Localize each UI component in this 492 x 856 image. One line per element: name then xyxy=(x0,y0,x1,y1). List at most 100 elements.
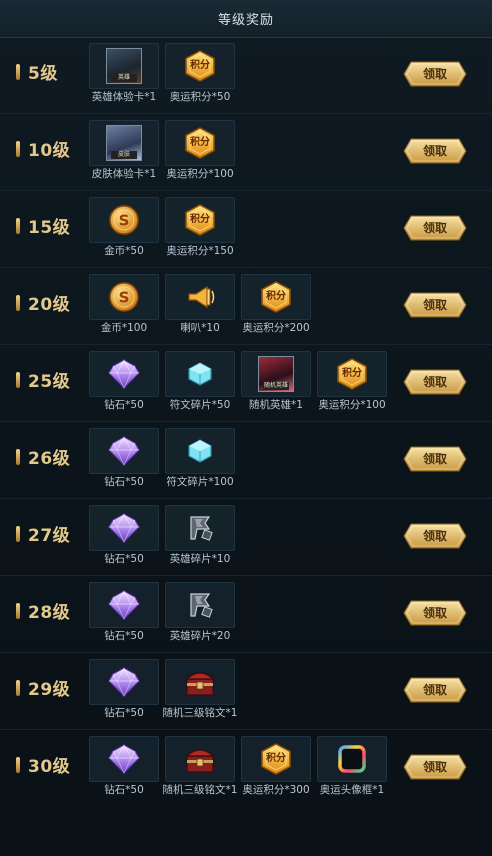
claim-button[interactable]: 领取 xyxy=(403,677,467,703)
reward-tile[interactable] xyxy=(89,582,159,628)
level-label: 20级 xyxy=(16,290,70,315)
rune-fragment-icon xyxy=(182,433,218,469)
claim-button[interactable]: 领取 xyxy=(403,446,467,472)
claim-button[interactable]: 领取 xyxy=(403,600,467,626)
reward-tile[interactable]: 积分 xyxy=(165,197,235,243)
reward-tile[interactable] xyxy=(317,736,387,782)
rune-fragment-icon xyxy=(182,356,218,392)
reward-tile[interactable]: 积分 xyxy=(241,736,311,782)
reward-label: 钻石*50 xyxy=(104,707,144,719)
reward-tile[interactable] xyxy=(89,659,159,705)
reward-tile[interactable]: 积分 xyxy=(165,43,235,89)
portrait-image: 英雄 xyxy=(106,48,142,84)
reward-item: 钻石*50 xyxy=(89,428,159,488)
reward-label: 奥运积分*300 xyxy=(242,784,310,796)
reward-tile[interactable]: 积分 xyxy=(165,120,235,166)
reward-item: 积分奥运积分*100 xyxy=(317,351,387,411)
reward-row: 15级 S 金币*50 积分奥运积分*150 领取 xyxy=(0,191,492,268)
claim-button[interactable]: 领取 xyxy=(403,369,467,395)
claim-button-label: 领取 xyxy=(422,760,447,774)
gold-coin-icon: S xyxy=(106,279,142,315)
claim-button-label: 领取 xyxy=(422,606,447,620)
reward-item: 积分 奥运积分*100 xyxy=(165,120,235,180)
level-label: 25级 xyxy=(16,367,70,392)
hero-fragment-icon xyxy=(182,587,218,623)
reward-tile[interactable] xyxy=(165,736,235,782)
claim-button-label: 领取 xyxy=(422,452,447,466)
reward-tile[interactable] xyxy=(165,505,235,551)
reward-row: 25级 钻石*50 符文碎片*50 随机英雄 随机英雄*1 积分 奥运积分*100 领取 xyxy=(0,345,492,422)
reward-item: 随机三级铭文*1 xyxy=(163,736,237,796)
hero-fragment-icon xyxy=(182,510,218,546)
claim-button-label: 领取 xyxy=(422,683,447,697)
reward-items: S 金币*100 喇叭*10 积分 奥运积分*200 xyxy=(89,274,318,334)
reward-item: S 金币*100 xyxy=(89,274,159,334)
reward-label: 钻石*50 xyxy=(104,553,144,565)
reward-tile[interactable]: S xyxy=(89,197,159,243)
reward-tile[interactable]: 随机英雄 xyxy=(241,351,311,397)
reward-tile[interactable] xyxy=(89,351,159,397)
points-icon-caption: 积分 xyxy=(266,291,286,302)
reward-tile[interactable] xyxy=(165,351,235,397)
olympic-points-icon: 积分 xyxy=(258,741,294,777)
reward-tile[interactable]: 皮肤 xyxy=(89,120,159,166)
level-marker xyxy=(16,679,20,696)
level-label: 5级 xyxy=(16,59,58,84)
level-marker xyxy=(16,294,20,311)
reward-row: 26级 钻石*50 符文碎片*100 领取 xyxy=(0,422,492,499)
claim-button[interactable]: 领取 xyxy=(403,215,467,241)
reward-tile[interactable]: 积分 xyxy=(241,274,311,320)
claim-button[interactable]: 领取 xyxy=(403,138,467,164)
level-marker xyxy=(16,140,20,157)
level-marker xyxy=(16,371,20,388)
level-marker xyxy=(16,63,20,80)
reward-label: 随机英雄*1 xyxy=(249,399,303,411)
reward-item: 钻石*50 xyxy=(89,582,159,642)
claim-button[interactable]: 领取 xyxy=(403,61,467,87)
panel-title: 等级奖励 xyxy=(217,13,274,28)
reward-items: 皮肤皮肤体验卡*1 积分 奥运积分*100 xyxy=(89,120,242,180)
points-icon-caption: 积分 xyxy=(190,60,210,71)
reward-tile[interactable] xyxy=(89,736,159,782)
reward-tile[interactable]: 英雄 xyxy=(89,43,159,89)
reward-tile[interactable] xyxy=(89,428,159,474)
reward-label: 金币*50 xyxy=(104,245,144,257)
reward-label: 皮肤体验卡*1 xyxy=(91,168,157,180)
reward-tile[interactable]: S xyxy=(89,274,159,320)
reward-item: S 金币*50 xyxy=(89,197,159,257)
level-text: 20级 xyxy=(28,295,71,315)
level-text: 15级 xyxy=(28,218,71,238)
points-icon-caption: 积分 xyxy=(266,753,286,764)
reward-label: 奥运积分*150 xyxy=(166,245,234,257)
level-text: 28级 xyxy=(28,603,71,623)
reward-item: 钻石*50 xyxy=(89,351,159,411)
reward-tile[interactable]: 积分 xyxy=(317,351,387,397)
level-marker xyxy=(16,525,20,542)
level-label: 29级 xyxy=(16,675,70,700)
reward-label: 符文碎片*100 xyxy=(166,476,234,488)
claim-button[interactable]: 领取 xyxy=(403,292,467,318)
claim-button-label: 领取 xyxy=(422,298,447,312)
level-text: 30级 xyxy=(28,757,71,777)
olympic-points-icon: 积分 xyxy=(182,48,218,84)
claim-button-label: 领取 xyxy=(422,221,447,235)
reward-label: 奥运积分*100 xyxy=(318,399,386,411)
diamond-icon xyxy=(106,510,142,546)
reward-tile[interactable] xyxy=(165,428,235,474)
diamond-icon xyxy=(106,433,142,469)
level-marker xyxy=(16,602,20,619)
hero-trial-card-icon: 英雄 xyxy=(106,48,142,84)
reward-tile[interactable] xyxy=(165,659,235,705)
reward-tile[interactable] xyxy=(165,274,235,320)
reward-tile[interactable] xyxy=(165,582,235,628)
level-reward-list: 5级 英雄 英雄体验卡*1 积分 奥运积分*50 领取 10级 皮肤 皮肤体验卡*1 积分 奥运积分… xyxy=(0,37,492,808)
reward-item: 喇叭*10 xyxy=(165,274,235,334)
portrait-caption: 随机英雄 xyxy=(263,382,289,390)
claim-button[interactable]: 领取 xyxy=(403,523,467,549)
diamond-icon xyxy=(106,356,142,392)
reward-row: 20级 S 金币*100 喇叭*10 积分 奥运积分*200 领取 xyxy=(0,268,492,345)
reward-row: 29级 钻石*50 随机三级铭文*1 领取 xyxy=(0,653,492,730)
reward-row: 10级 皮肤 皮肤体验卡*1 积分 奥运积分*100 领取 xyxy=(0,114,492,191)
claim-button[interactable]: 领取 xyxy=(403,754,467,780)
reward-tile[interactable] xyxy=(89,505,159,551)
